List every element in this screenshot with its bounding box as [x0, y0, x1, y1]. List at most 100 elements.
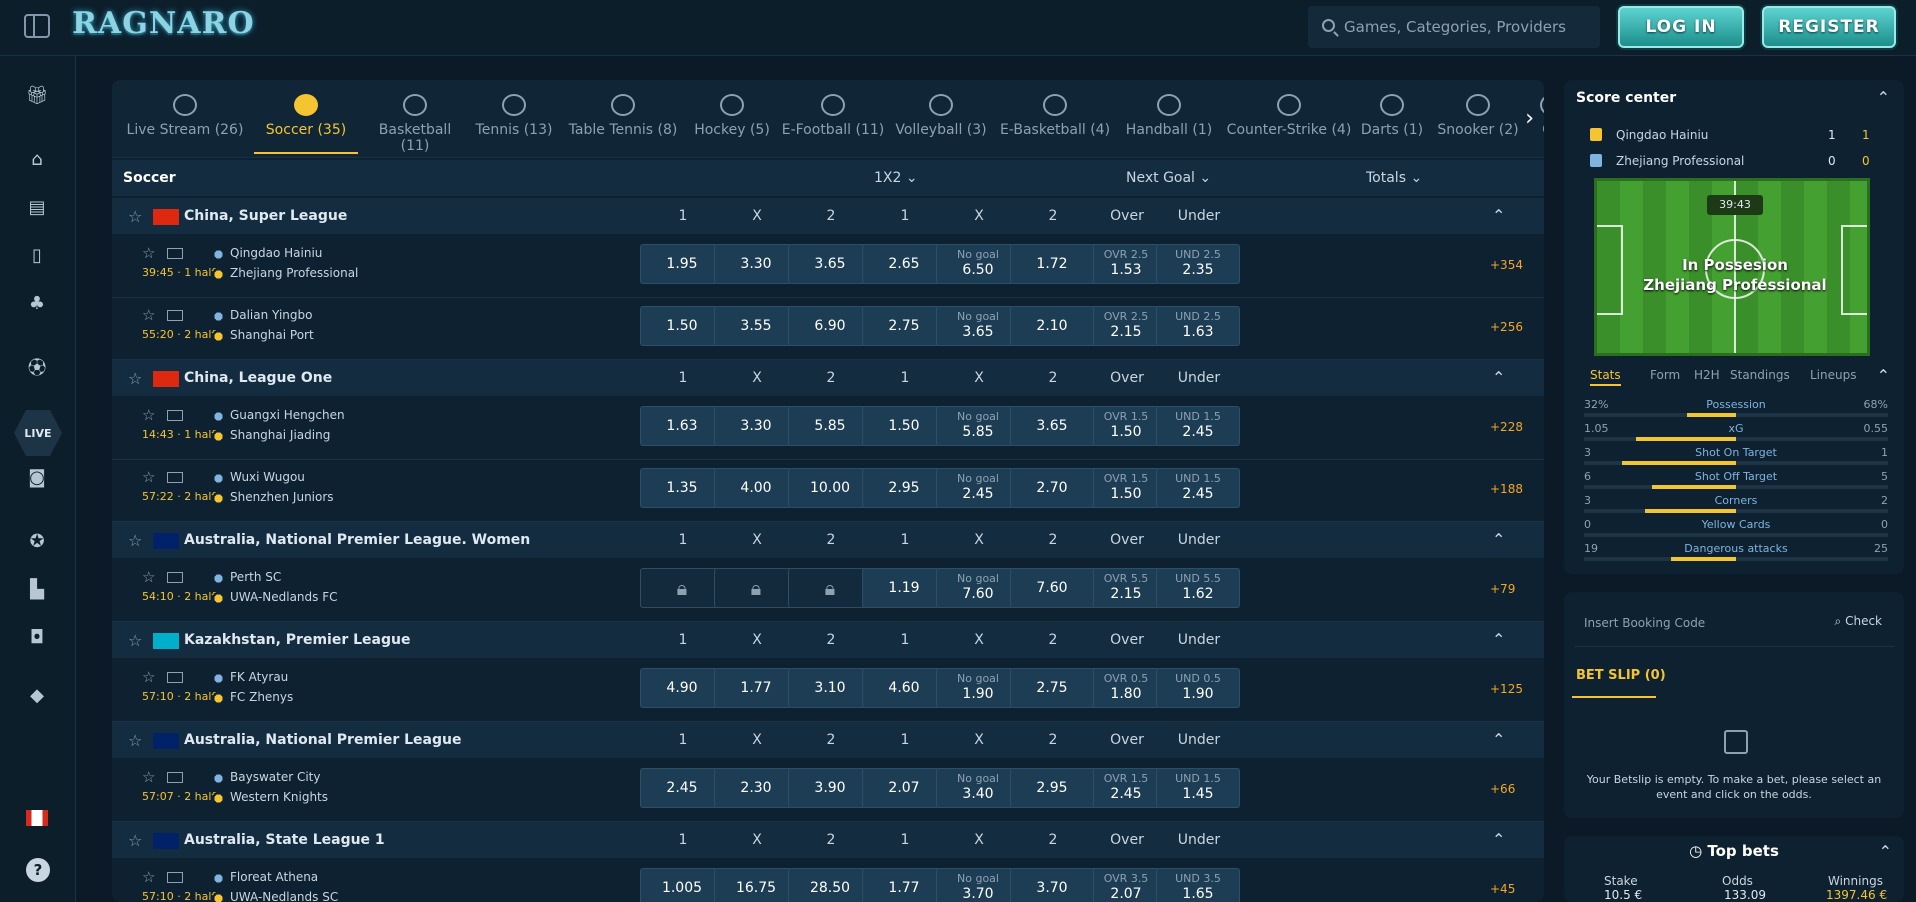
odd-button[interactable]: No goal 2.45 — [936, 468, 1020, 508]
tab-sport[interactable]: E-Football (11) — [780, 90, 886, 154]
favorite-star-icon[interactable]: ☆ — [142, 244, 155, 262]
odd-button[interactable]: 10.00 — [788, 468, 872, 508]
odd-button[interactable]: 1.19 — [862, 568, 946, 608]
chevron-up-icon[interactable]: ⌃ — [1877, 366, 1890, 385]
tab-sport[interactable]: Counter-Strike (4) — [1224, 90, 1354, 154]
odd-button[interactable]: No goal 3.70 — [936, 868, 1020, 902]
chevron-up-icon[interactable]: ⌃ — [1492, 630, 1505, 649]
favorite-star-icon[interactable]: ☆ — [142, 306, 155, 324]
home-icon[interactable]: ⌂ — [26, 148, 48, 170]
score-center-tab[interactable]: Stats — [1590, 368, 1621, 386]
favorite-star-icon[interactable]: ☆ — [142, 468, 155, 486]
odd-button[interactable]: 3.65 — [1010, 406, 1094, 446]
stats-icon[interactable] — [167, 672, 183, 683]
odd-button[interactable]: 1.005 — [640, 868, 724, 902]
vip-diamond-icon[interactable]: ◆ — [26, 684, 48, 706]
chevron-up-icon[interactable]: ⌃ — [1877, 88, 1890, 107]
odd-button[interactable]: UND 1.5 2.45 — [1156, 468, 1240, 508]
odd-button[interactable]: 1.77 — [714, 668, 798, 708]
chevron-up-icon[interactable]: ⌃ — [1879, 842, 1892, 861]
score-center-tab[interactable]: Form — [1650, 368, 1680, 382]
chevron-up-icon[interactable]: ⌃ — [1492, 530, 1505, 549]
stats-icon[interactable] — [167, 410, 183, 421]
favorite-star-icon[interactable]: ☆ — [142, 768, 155, 786]
odd-button[interactable]: 1.35 — [640, 468, 724, 508]
tab-sport[interactable]: Live Stream (26) — [122, 90, 248, 154]
chevron-up-icon[interactable]: ⌃ — [1492, 830, 1505, 849]
more-markets-link[interactable]: +79 — [1490, 582, 1515, 596]
gift-icon[interactable]: 🎁︎ — [26, 84, 49, 106]
chevron-up-icon[interactable]: ⌃ — [1492, 368, 1505, 387]
odd-button[interactable]: 4.90 — [640, 668, 724, 708]
sidebar-toggle-icon[interactable] — [24, 14, 50, 38]
odd-button[interactable]: No goal 6.50 — [936, 244, 1020, 284]
odd-button[interactable]: No goal 5.85 — [936, 406, 1020, 446]
search-box[interactable] — [1308, 6, 1600, 48]
language-flag-icon[interactable] — [26, 810, 48, 826]
favorite-star-icon[interactable]: ☆ — [142, 568, 155, 586]
tab-sport[interactable]: E-Basketball (4) — [996, 90, 1114, 154]
match-row[interactable]: ☆ 57:07 · 2 half Bayswater City Western Kni… — [112, 760, 1544, 822]
esports-icon[interactable]: ◙ — [26, 466, 48, 488]
odd-button[interactable]: 1.63 — [640, 406, 724, 446]
favorite-star-icon[interactable]: ☆ — [128, 207, 142, 226]
more-markets-link[interactable]: +66 — [1490, 782, 1515, 796]
odd-button[interactable]: 2.10 — [1010, 306, 1094, 346]
odd-button[interactable]: 7.60 — [1010, 568, 1094, 608]
odd-button[interactable]: No goal 7.60 — [936, 568, 1020, 608]
help-icon[interactable]: ? — [26, 858, 50, 882]
odd-button[interactable]: 1.50 — [640, 306, 724, 346]
odd-button[interactable]: 4.00 — [714, 468, 798, 508]
podium-icon[interactable]: ▙ — [26, 578, 48, 600]
odd-button[interactable]: 2.75 — [1010, 668, 1094, 708]
booking-code-input[interactable]: Insert Booking Code — [1584, 616, 1705, 630]
odd-button[interactable]: UND 1.5 1.45 — [1156, 768, 1240, 808]
odd-button[interactable]: 2.95 — [862, 468, 946, 508]
stats-icon[interactable] — [167, 772, 183, 783]
odd-button[interactable]: 3.55 — [714, 306, 798, 346]
favorite-star-icon[interactable]: ☆ — [128, 831, 142, 850]
odd-button[interactable]: 1.50 — [862, 406, 946, 446]
more-markets-link[interactable]: +45 — [1490, 882, 1515, 896]
stats-icon[interactable] — [167, 872, 183, 883]
odd-button[interactable]: 16.75 — [714, 868, 798, 902]
tab-sport[interactable]: Table Tennis (8) — [562, 90, 684, 154]
score-center-tab[interactable]: Lineups — [1810, 368, 1856, 382]
stats-icon[interactable] — [167, 572, 183, 583]
odd-button[interactable]: UND 3.5 1.65 — [1156, 868, 1240, 902]
odd-button[interactable]: 3.65 — [788, 244, 872, 284]
odd-button[interactable]: No goal 3.65 — [936, 306, 1020, 346]
match-row[interactable]: ☆57:10 · 2 halfFK AtyrauFC Zhenys0000004… — [112, 660, 1544, 722]
search-input[interactable] — [1344, 6, 1594, 48]
odd-button[interactable]: 2.75 — [862, 306, 946, 346]
odd-button[interactable]: UND 2.5 2.35 — [1156, 244, 1240, 284]
odd-button[interactable]: 5.85 — [788, 406, 872, 446]
odd-button[interactable]: 2.70 — [1010, 468, 1094, 508]
market-1x2-dropdown[interactable]: 1X2 ⌄ — [874, 170, 918, 186]
tab-sport[interactable]: Soccer (35) — [254, 90, 358, 154]
odd-button[interactable]: 1.72 — [1010, 244, 1094, 284]
register-button[interactable]: REGISTER — [1762, 6, 1896, 48]
odd-button[interactable]: UND 5.5 1.62 — [1156, 568, 1240, 608]
cards-icon[interactable]: ▯ — [26, 244, 48, 266]
logo[interactable]: RAGNARO — [72, 6, 255, 41]
live-icon[interactable]: LIVE — [14, 410, 62, 456]
odd-button[interactable]: 3.10 — [788, 668, 872, 708]
chevron-up-icon[interactable]: ⌃ — [1492, 730, 1505, 749]
tab-sport[interactable]: Darts (1) — [1360, 90, 1424, 154]
odd-button[interactable]: UND 2.5 1.63 — [1156, 306, 1240, 346]
clover-icon[interactable]: ♣ — [26, 292, 48, 314]
odd-button[interactable]: 28.50 — [788, 868, 872, 902]
odd-button[interactable]: 2.30 — [714, 768, 798, 808]
tab-sport[interactable]: Volleyball (3) — [892, 90, 990, 154]
odd-button[interactable]: No goal 1.90 — [936, 668, 1020, 708]
tab-sport[interactable]: Snooker (2) — [1430, 90, 1526, 154]
odd-button[interactable]: No goal 3.40 — [936, 768, 1020, 808]
odd-button[interactable]: UND 1.5 2.45 — [1156, 406, 1240, 446]
login-button[interactable]: LOG IN — [1618, 6, 1744, 48]
market-next-goal-dropdown[interactable]: Next Goal ⌄ — [1126, 170, 1211, 186]
tab-sport[interactable]: Hockey (5) — [690, 90, 774, 154]
favorite-star-icon[interactable]: ☆ — [142, 668, 155, 686]
more-markets-link[interactable]: +228 — [1490, 420, 1523, 434]
odd-button[interactable]: 4.60 — [862, 668, 946, 708]
